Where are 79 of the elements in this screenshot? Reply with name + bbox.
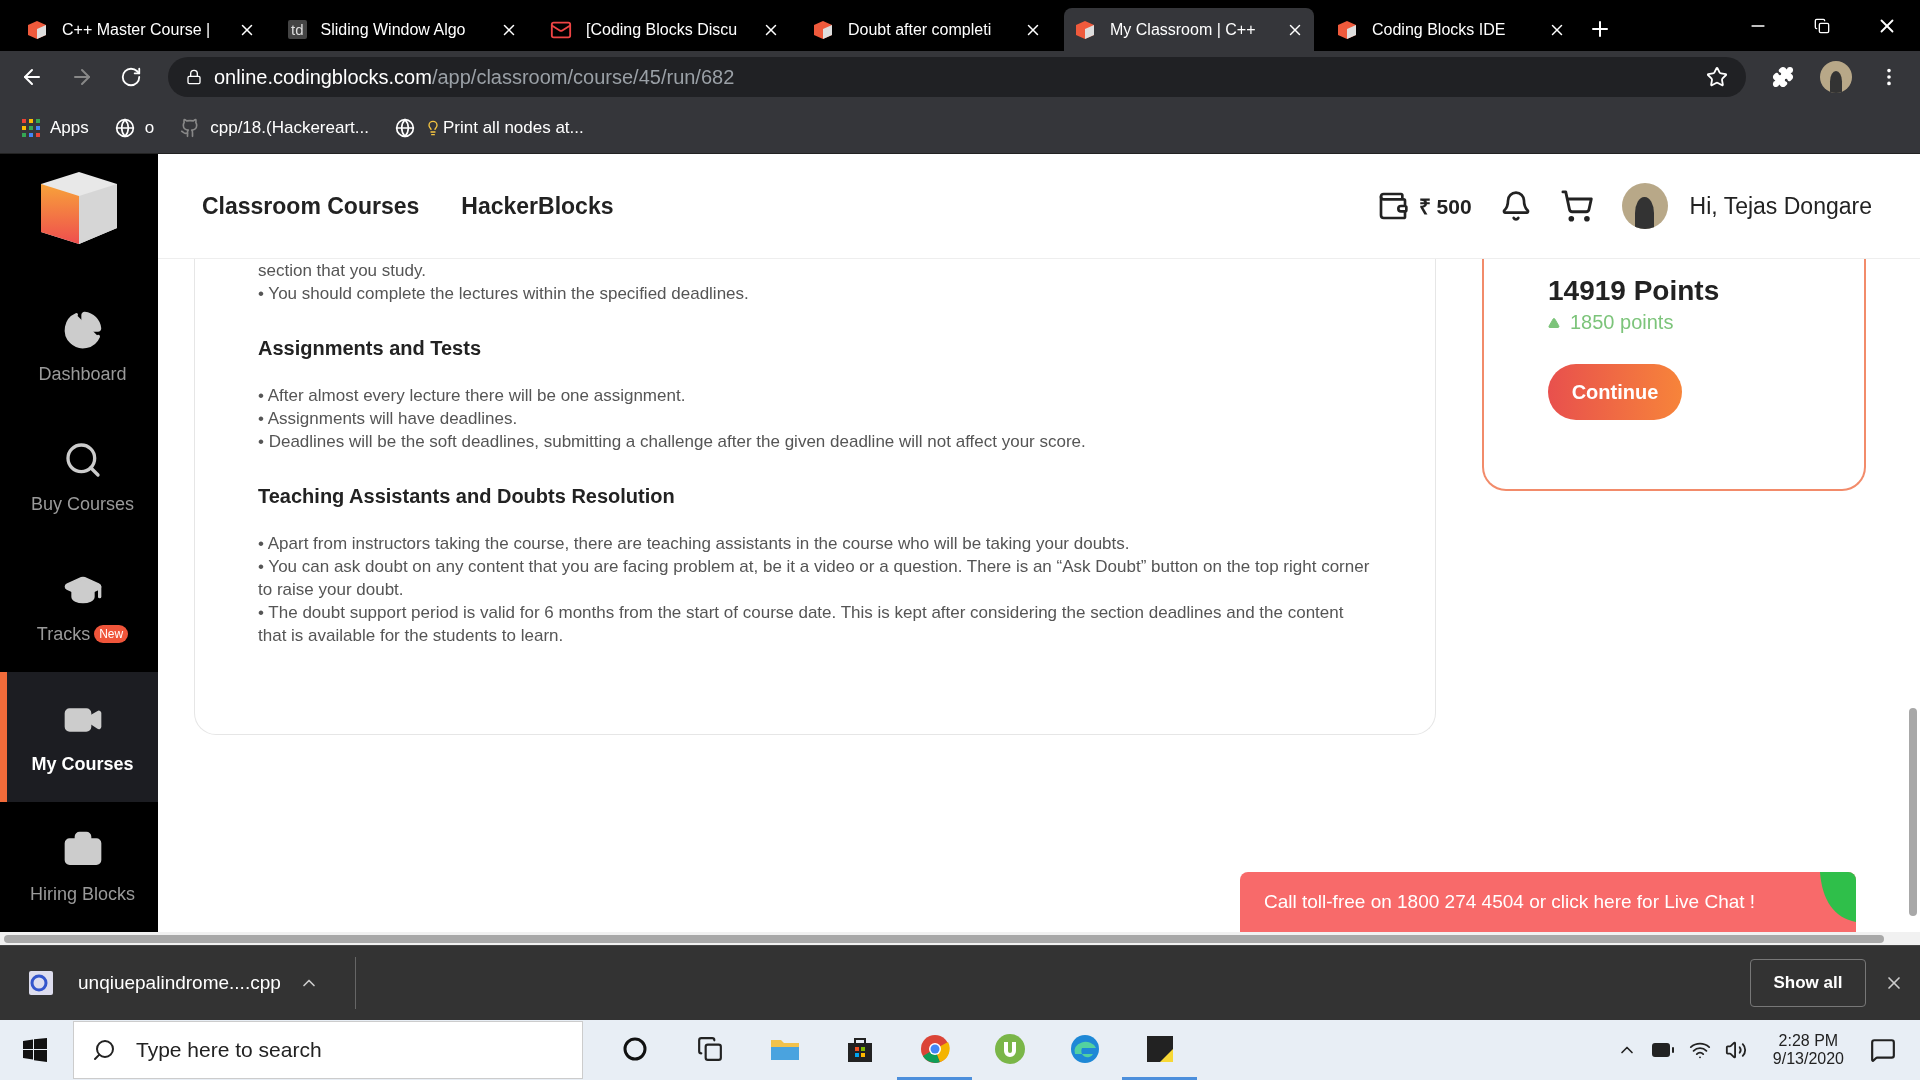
points-gain: 1850 points <box>1570 311 1674 334</box>
edge-icon <box>1069 1033 1100 1064</box>
apps-grid-icon <box>22 119 40 137</box>
logo[interactable] <box>39 170 119 246</box>
sidebar-item[interactable]: Tracks New <box>0 542 158 672</box>
sidebar-item[interactable]: My Courses <box>0 672 158 802</box>
scrollbar-thumb[interactable] <box>4 934 1884 943</box>
nav-link[interactable]: Classroom Courses <box>202 192 420 220</box>
clock-date[interactable]: 9/13/2020 <box>1772 1050 1844 1068</box>
cart-icon[interactable] <box>1559 189 1594 223</box>
show-all-button[interactable]: Show all <box>1750 959 1866 1007</box>
clock-time[interactable]: 2:28 PM <box>1778 1032 1839 1050</box>
sidebar-label: My Courses <box>31 753 134 775</box>
browser-tab[interactable]: Doubt after completi <box>802 8 1052 51</box>
restore-icon[interactable] <box>1814 17 1830 34</box>
scrollbar-thumb[interactable] <box>1909 708 1917 916</box>
profile-avatar[interactable] <box>1820 61 1852 93</box>
pie-chart-icon <box>62 309 103 350</box>
search-icon <box>92 1038 116 1062</box>
site-icon: td <box>288 20 307 39</box>
nav-link[interactable]: HackerBlocks <box>461 192 614 220</box>
extensions-icon[interactable] <box>1772 66 1794 88</box>
wallet-balance: ₹ 500 <box>1418 194 1472 220</box>
globe-icon <box>114 118 135 138</box>
url-path: /app/classroom/course/45/run/682 <box>431 65 735 89</box>
browser-tab[interactable]: Coding Blocks IDE <box>1326 8 1576 51</box>
section-heading: Teaching Assistants and Doubts Resolution <box>258 485 676 508</box>
volume-icon[interactable] <box>1724 1039 1747 1061</box>
paragraph: • Deadlines will be the soft deadlines, submitting a challenge after the given deadline will not affect your score. <box>258 431 1087 453</box>
windows-start-icon[interactable] <box>23 1038 47 1062</box>
star-icon <box>1706 66 1728 88</box>
sidebar-label: Hiring Blocks <box>30 883 135 905</box>
browser-tab[interactable]: td Sliding Window Algo <box>278 8 528 51</box>
points-total: 14919 Points <box>1548 275 1720 307</box>
sidebar-item[interactable]: Dashboard <box>0 282 158 412</box>
globe-icon <box>394 118 415 138</box>
taskbar-search-field[interactable]: Type here to search <box>134 1037 564 1063</box>
cpp-file-icon <box>28 970 54 996</box>
cube-icon <box>1336 18 1358 41</box>
taskbar-search-box[interactable]: Type here to search <box>73 1021 583 1079</box>
lock-icon <box>186 69 202 85</box>
download-item[interactable]: unqiuepalindrome....cpp <box>78 972 281 994</box>
task-view-icon <box>696 1035 723 1062</box>
paragraph: • After almost every lecture there will be one assignment. <box>258 385 687 407</box>
cube-icon <box>26 18 48 41</box>
cortana-circle-icon <box>622 1036 647 1061</box>
browser-tab[interactable]: [Coding Blocks Discu <box>540 8 790 51</box>
sidebar-label: Tracks <box>36 623 91 645</box>
section-heading: Assignments and Tests <box>258 337 483 360</box>
torrent-icon <box>993 1032 1026 1065</box>
cube-icon <box>1074 18 1096 41</box>
bookmark-link[interactable]: o <box>144 118 155 138</box>
cube-icon <box>812 18 834 41</box>
paragraph: • Assignments will have deadlines. <box>258 408 519 430</box>
sticky-note-icon <box>1145 1034 1174 1063</box>
browser-tab[interactable]: C++ Master Course | <box>16 8 266 51</box>
user-avatar[interactable] <box>1621 183 1668 229</box>
sidebar-label: Dashboard <box>38 363 127 385</box>
paragraph: section that you study. <box>258 260 427 282</box>
bookmark-link[interactable]: Apps <box>50 118 89 138</box>
paragraph: • The doubt support period is valid for 6 months from the start of course date. This is kept after considering the section deadlines and the content that is available for the students to learn. <box>258 602 1345 647</box>
browser-tab[interactable]: My Classroom | C++ <box>1064 8 1314 51</box>
paragraph: • Apart from instructors taking the course, there are teaching assistants in the course who will be taking your doubts. <box>258 533 1131 555</box>
chrome-icon <box>919 1033 950 1064</box>
new-badge: New <box>94 625 129 643</box>
sidebar-item[interactable]: Buy Courses <box>0 412 158 542</box>
user-greeting[interactable]: Hi, Tejas Dongare <box>1689 192 1872 220</box>
paragraph: • You should complete the lectures within the specified deadlines. <box>258 283 750 305</box>
notifications-icon[interactable] <box>1870 1037 1896 1063</box>
leaf-icon <box>1820 872 1856 922</box>
sidebar-item[interactable]: Hiring Blocks <box>0 802 158 932</box>
paragraph: • You can ask doubt on any content that you are facing problem at, be it a video or a question. There is an “Ask Doubt” button on the top right corner to raise your doubt. <box>258 556 1371 601</box>
sidebar-label: Buy Courses <box>30 493 134 515</box>
reload-icon[interactable] <box>120 66 142 88</box>
bookmark-link[interactable]: Print all nodes at... <box>442 118 584 138</box>
bookmark-link[interactable]: cpp/18.(Hackereart... <box>210 118 369 138</box>
url-host: online.codingblocks.com <box>214 65 432 89</box>
address-bar[interactable]: online.codingblocks.com/app/classroom/course/45/run/682 <box>168 57 1746 97</box>
up-triangle-icon <box>1548 316 1560 329</box>
